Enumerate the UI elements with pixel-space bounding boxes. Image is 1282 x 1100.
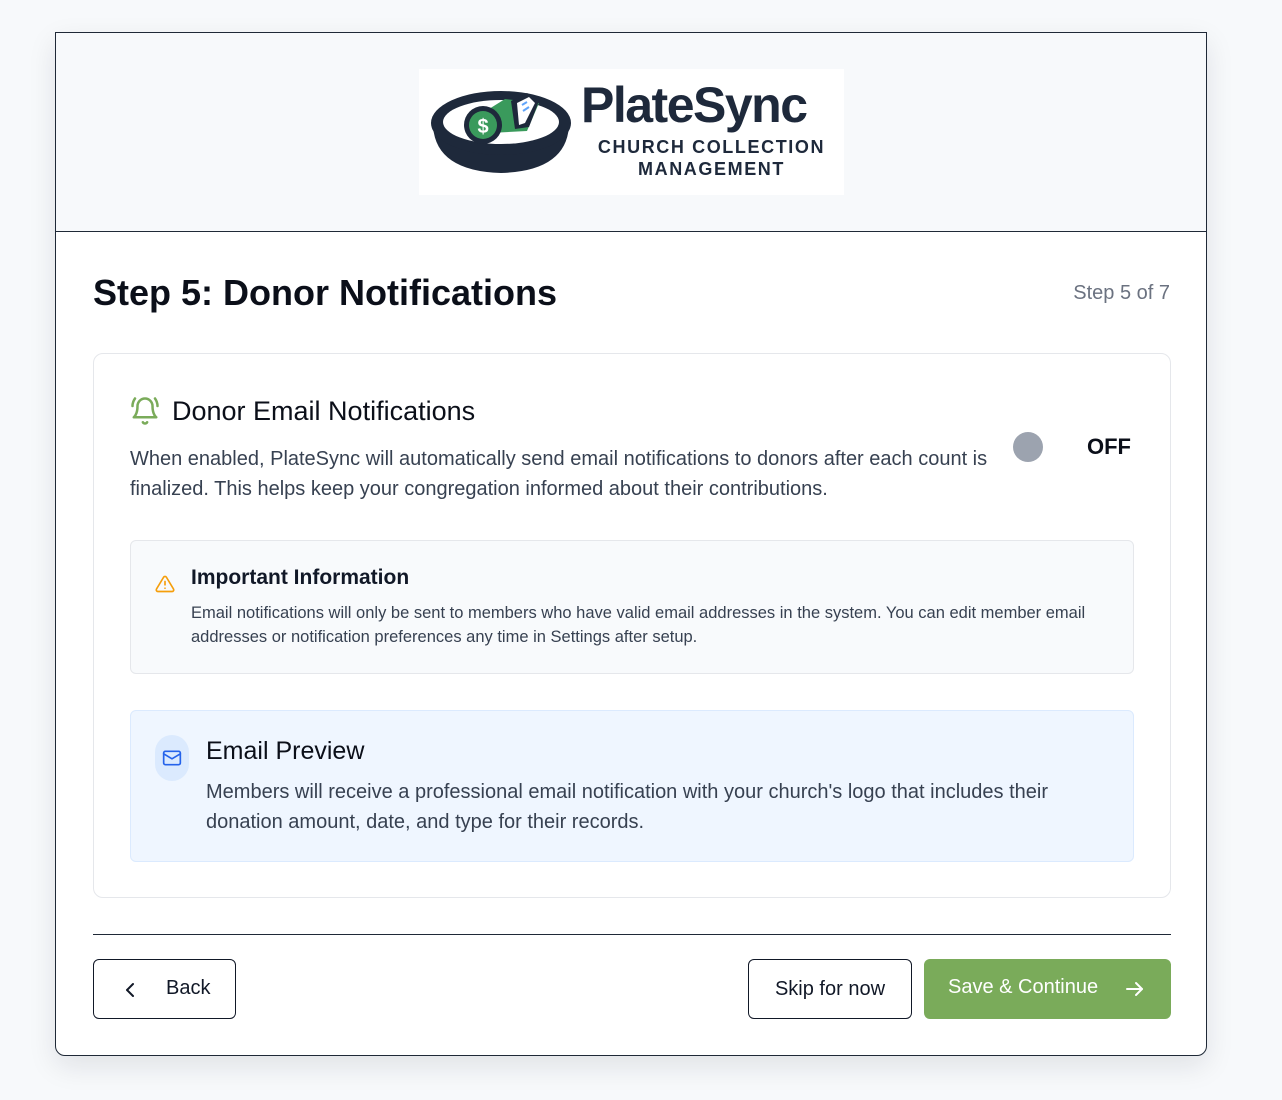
collection-plate-icon: $ xyxy=(431,91,571,173)
skip-button-label: Skip for now xyxy=(774,977,886,1000)
donor-notifications-panel: Donor Email Notifications When enabled, … xyxy=(93,353,1171,898)
notifications-title: Donor Email Notifications xyxy=(172,396,476,426)
brand-name: PlateSync xyxy=(581,77,808,133)
page-title: Step 5: Donor Notifications xyxy=(93,272,558,313)
important-info-text: Email notifications will only be sent to… xyxy=(191,604,1086,646)
brand-tagline: CHURCH COLLECTION MANAGEMENT xyxy=(597,137,826,179)
save-button-label: Save & Continue xyxy=(948,976,1099,998)
mail-icon-badge xyxy=(155,735,189,781)
svg-text:$: $ xyxy=(477,116,488,138)
platesync-logo: $ PlateSync CHURCH COLLECTION MANAGEMENT xyxy=(419,69,844,195)
toggle-state-label: OFF xyxy=(1087,434,1131,459)
email-preview-title: Email Preview xyxy=(206,737,365,765)
save-continue-button[interactable]: Save & Continue xyxy=(924,959,1171,1019)
back-button[interactable]: Back xyxy=(93,959,236,1019)
back-button-label: Back xyxy=(166,977,211,999)
chevron-left-icon xyxy=(126,983,134,997)
toggle-knob xyxy=(1013,432,1043,462)
email-notifications-toggle[interactable] xyxy=(1004,430,1050,464)
footer-divider xyxy=(93,934,1171,935)
mail-icon xyxy=(162,750,182,766)
important-information-box: Important Information Email notification… xyxy=(130,540,1134,674)
step-progress: Step 5 of 7 xyxy=(1073,282,1170,304)
arrow-right-icon xyxy=(1126,982,1143,996)
setup-wizard-card: $ PlateSync CHURCH COLLECTION MANAGEMENT… xyxy=(55,32,1207,1056)
bell-ring-icon xyxy=(131,397,159,425)
brand-header: $ PlateSync CHURCH COLLECTION MANAGEMENT xyxy=(56,33,1206,232)
important-info-title: Important Information xyxy=(191,566,410,589)
notifications-description: When enabled, PlateSync will automatical… xyxy=(130,448,988,500)
warning-triangle-icon xyxy=(155,575,175,593)
email-preview-text: Members will receive a professional emai… xyxy=(206,781,1048,833)
skip-button[interactable]: Skip for now xyxy=(748,959,912,1019)
email-preview-box: Email Preview Members will receive a pro… xyxy=(130,710,1134,862)
